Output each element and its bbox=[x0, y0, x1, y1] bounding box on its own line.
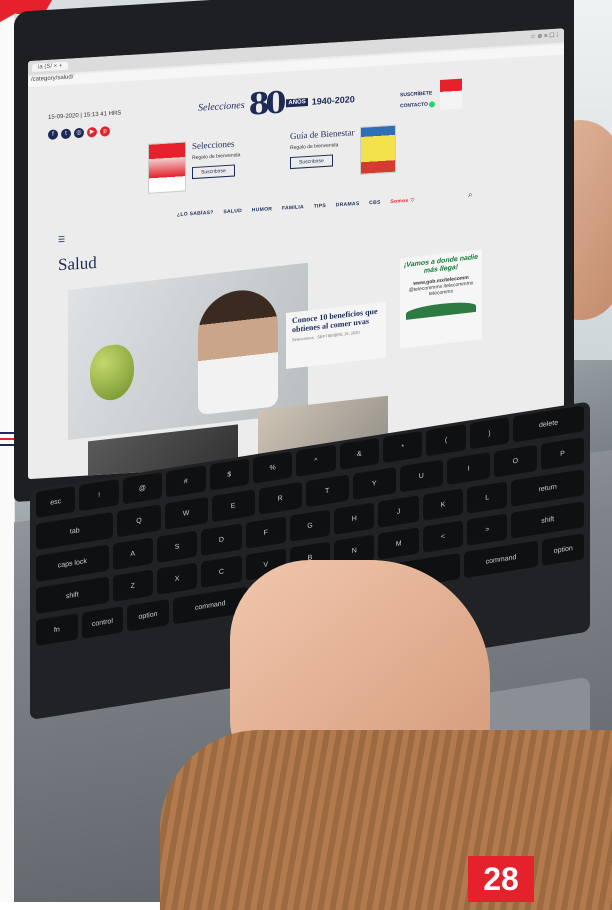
date-time: 15-09-2020 | 15:13 41 HRS bbox=[48, 110, 122, 121]
key-fn[interactable]: fn bbox=[36, 613, 78, 647]
promo-selecciones: Selecciones Regalo de bienvenida Suscrib… bbox=[148, 138, 240, 194]
laptop-screen: ia (S/ × + ☆ ⊕ ≡ ☐ ⁞ /category/salud/ 15… bbox=[28, 28, 564, 480]
margin-stripe bbox=[0, 444, 14, 446]
key[interactable]: ) bbox=[469, 417, 510, 450]
key[interactable]: K bbox=[422, 488, 464, 521]
key[interactable]: S bbox=[156, 530, 198, 563]
nav-item-salud[interactable]: SALUD bbox=[223, 208, 242, 215]
key[interactable]: < bbox=[422, 520, 464, 553]
key[interactable]: ! bbox=[79, 478, 119, 512]
key[interactable]: # bbox=[166, 465, 206, 498]
key[interactable]: esc bbox=[36, 485, 76, 519]
pinterest-icon[interactable]: p bbox=[100, 126, 110, 137]
margin-stripe bbox=[0, 438, 14, 440]
key[interactable]: G bbox=[289, 509, 331, 542]
key[interactable]: W bbox=[164, 496, 208, 530]
key[interactable]: X bbox=[156, 562, 198, 595]
main-nav: ¿LO SABÍAS? SALUD HUMOR FAMILIA TIPS DRA… bbox=[28, 188, 564, 227]
key[interactable]: % bbox=[252, 451, 293, 484]
site-logo[interactable]: Selecciones 80 AÑOS 1940-2020 bbox=[198, 81, 355, 126]
browser-tab[interactable]: ia (S/ × + bbox=[32, 61, 69, 72]
search-icon[interactable]: ⌕ bbox=[468, 190, 472, 200]
promo-title: Selecciones bbox=[192, 138, 235, 152]
promo-subtitle: Regalo de bienvenida bbox=[192, 152, 241, 162]
key[interactable]: R bbox=[258, 481, 302, 515]
youtube-icon[interactable]: ▶ bbox=[87, 126, 97, 138]
magazine-thumbnail[interactable] bbox=[440, 78, 462, 110]
logo-years: 1940-2020 bbox=[311, 93, 355, 107]
grapes-image bbox=[90, 342, 134, 403]
key[interactable]: J bbox=[378, 495, 419, 528]
man-image bbox=[198, 286, 278, 416]
whatsapp-icon bbox=[429, 100, 436, 108]
key[interactable]: ( bbox=[426, 423, 466, 457]
twitter-icon[interactable]: t bbox=[61, 128, 71, 140]
key[interactable]: L bbox=[467, 481, 508, 514]
logo-word: Selecciones bbox=[198, 99, 245, 114]
key-control[interactable]: control bbox=[81, 606, 124, 639]
key[interactable]: F bbox=[245, 516, 286, 549]
key[interactable]: D bbox=[201, 523, 242, 556]
key[interactable]: @ bbox=[122, 472, 163, 505]
social-links: f t ◎ ▶ p bbox=[48, 126, 110, 140]
key[interactable]: Y bbox=[352, 467, 396, 500]
key[interactable]: C bbox=[201, 555, 242, 588]
ad-graphic bbox=[406, 299, 476, 320]
key[interactable]: $ bbox=[209, 458, 249, 491]
magazine-margin bbox=[0, 0, 15, 902]
subscribe-button[interactable]: Suscribirse bbox=[192, 164, 235, 180]
browser-toolbar-icons[interactable]: ☆ ⊕ ≡ ☐ ⁞ bbox=[530, 32, 558, 41]
key[interactable]: ^ bbox=[296, 444, 336, 477]
featured-card[interactable]: Conoce 10 beneficios que obtienes al com… bbox=[286, 301, 386, 369]
magazine-cover[interactable] bbox=[148, 141, 186, 194]
contact-link[interactable]: CONTACTO bbox=[400, 99, 436, 112]
promo-title: Guía de Bienestar bbox=[290, 127, 355, 142]
key[interactable]: A bbox=[112, 537, 153, 570]
logo-number: 80 bbox=[248, 85, 283, 123]
sweater-sleeve bbox=[160, 730, 612, 910]
facebook-icon[interactable]: f bbox=[48, 129, 58, 140]
nav-item-dramas[interactable]: DRAMAS bbox=[336, 201, 360, 208]
key[interactable]: O bbox=[493, 444, 537, 478]
key[interactable]: > bbox=[467, 513, 508, 546]
nav-item-tips[interactable]: TIPS bbox=[314, 203, 326, 210]
margin-stripe bbox=[0, 432, 14, 434]
page-title: Salud bbox=[58, 252, 97, 275]
nav-item-familia[interactable]: FAMILIA bbox=[282, 204, 304, 211]
nav-item-somos[interactable]: Somos ♡ bbox=[390, 197, 415, 205]
key[interactable]: * bbox=[383, 430, 423, 464]
promo-guia-bienestar: Guía de Bienestar Regalo de bienvenida S… bbox=[290, 124, 397, 180]
key[interactable]: T bbox=[305, 474, 349, 508]
key[interactable]: M bbox=[378, 527, 419, 560]
key[interactable]: Q bbox=[117, 504, 161, 538]
key[interactable]: E bbox=[211, 489, 255, 523]
nav-item-lo-sabias[interactable]: ¿LO SABÍAS? bbox=[177, 210, 214, 218]
key[interactable]: U bbox=[399, 459, 443, 493]
instagram-icon[interactable]: ◎ bbox=[74, 127, 84, 139]
magazine-cover[interactable] bbox=[360, 124, 397, 175]
subscribe-button[interactable]: Suscribirse bbox=[290, 154, 333, 170]
nav-item-humor[interactable]: HUMOR bbox=[252, 206, 272, 213]
ad-banner[interactable]: ¡Vamos a donde nadie más llega! www.gob.… bbox=[400, 249, 482, 349]
menu-icon[interactable]: ☰ bbox=[58, 235, 65, 244]
contact-label: CONTACTO bbox=[400, 101, 428, 110]
promo-subtitle: Regalo de bienvenida bbox=[290, 142, 339, 152]
key-option[interactable]: option bbox=[127, 599, 169, 632]
key[interactable]: Z bbox=[112, 569, 153, 602]
nav-item-cbs[interactable]: CBS bbox=[369, 200, 380, 207]
logo-anos: AÑOS bbox=[286, 97, 308, 107]
key[interactable]: P bbox=[540, 437, 584, 471]
key-option[interactable]: option bbox=[542, 533, 585, 566]
page-number: 28 bbox=[468, 856, 534, 902]
key[interactable]: H bbox=[334, 502, 375, 535]
key[interactable]: I bbox=[446, 452, 490, 485]
header-links: SUSCRÍBETE CONTACTO bbox=[400, 88, 436, 112]
key[interactable]: & bbox=[339, 437, 379, 470]
